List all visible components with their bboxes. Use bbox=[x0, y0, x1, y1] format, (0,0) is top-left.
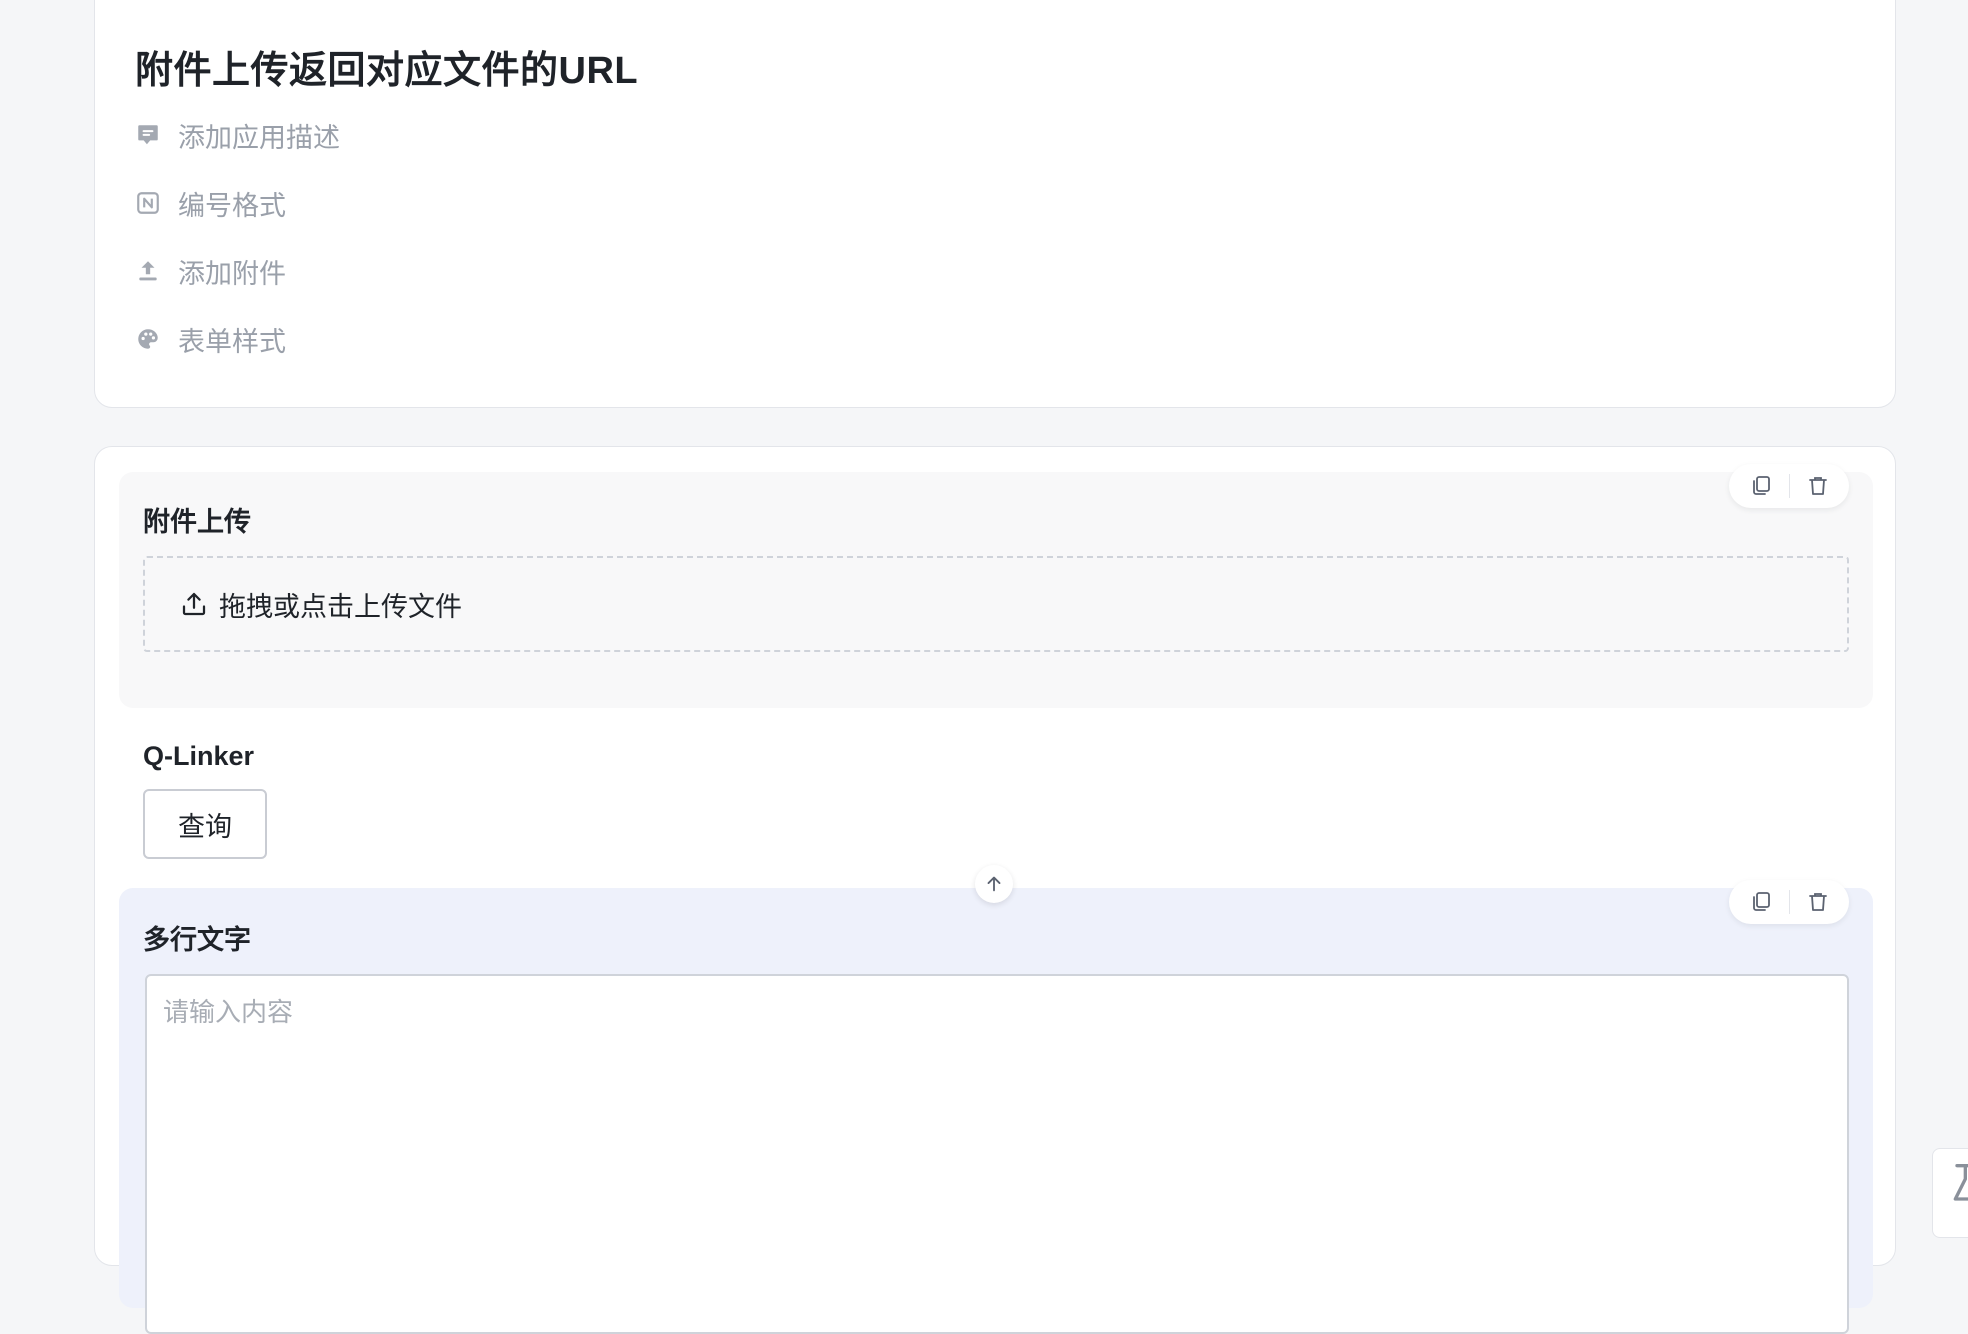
form-style-item[interactable]: 表单样式 bbox=[135, 305, 340, 373]
multiline-text-field[interactable]: 多行文字 bbox=[119, 880, 1873, 1334]
divider bbox=[1788, 890, 1790, 914]
upload-icon bbox=[135, 258, 161, 284]
multiline-text-input[interactable] bbox=[145, 974, 1849, 1334]
add-description-item[interactable]: 添加应用描述 bbox=[135, 101, 340, 169]
app-title[interactable]: 附件上传返回对应文件的URL bbox=[135, 39, 638, 94]
numbering-format-label: 编号格式 bbox=[178, 190, 286, 221]
move-field-up-button[interactable] bbox=[975, 865, 1013, 903]
upload-dropzone[interactable]: 拖拽或点击上传文件 bbox=[143, 556, 1849, 652]
query-button[interactable]: 查询 bbox=[143, 789, 267, 859]
arrow-up-icon bbox=[983, 873, 1005, 895]
field-actions bbox=[1729, 880, 1849, 924]
q-linker-field[interactable]: Q-Linker 查询 bbox=[119, 709, 1873, 859]
form-canvas: 附件上传 拖拽或点击上传文件 Q-Linker 查询 多行文字 请输入内容 bbox=[94, 446, 1896, 1334]
form-style-label: 表单样式 bbox=[178, 326, 286, 357]
attachment-upload-label: 附件上传 bbox=[143, 507, 251, 537]
trash-icon[interactable] bbox=[1803, 887, 1833, 917]
palette-icon bbox=[135, 326, 161, 352]
app-info-card: 附件上传返回对应文件的URL 添加应用描述 编号格式 添加附件 表单样式 bbox=[94, 0, 1896, 408]
add-attachment-item[interactable]: 添加附件 bbox=[135, 237, 340, 305]
upload-icon bbox=[179, 589, 209, 619]
comment-icon bbox=[135, 122, 161, 148]
field-actions bbox=[1729, 464, 1849, 508]
attachment-upload-field[interactable]: 附件上传 拖拽或点击上传文件 bbox=[119, 464, 1873, 708]
upload-dropzone-text: 拖拽或点击上传文件 bbox=[219, 591, 462, 622]
floating-assistant-widget[interactable] bbox=[1932, 1148, 1968, 1238]
add-description-label: 添加应用描述 bbox=[178, 122, 340, 153]
trash-icon[interactable] bbox=[1803, 471, 1833, 501]
numbering-format-item[interactable]: 编号格式 bbox=[135, 169, 340, 237]
add-attachment-label: 添加附件 bbox=[178, 258, 286, 289]
app-meta-list: 添加应用描述 编号格式 添加附件 表单样式 bbox=[135, 101, 340, 373]
copy-icon[interactable] bbox=[1746, 471, 1776, 501]
copy-icon[interactable] bbox=[1746, 887, 1776, 917]
assistant-icon bbox=[1947, 1159, 1968, 1209]
numbering-icon bbox=[135, 190, 161, 216]
multiline-text-label: 多行文字 bbox=[143, 925, 251, 955]
divider bbox=[1788, 474, 1790, 498]
q-linker-label: Q-Linker bbox=[143, 741, 255, 771]
